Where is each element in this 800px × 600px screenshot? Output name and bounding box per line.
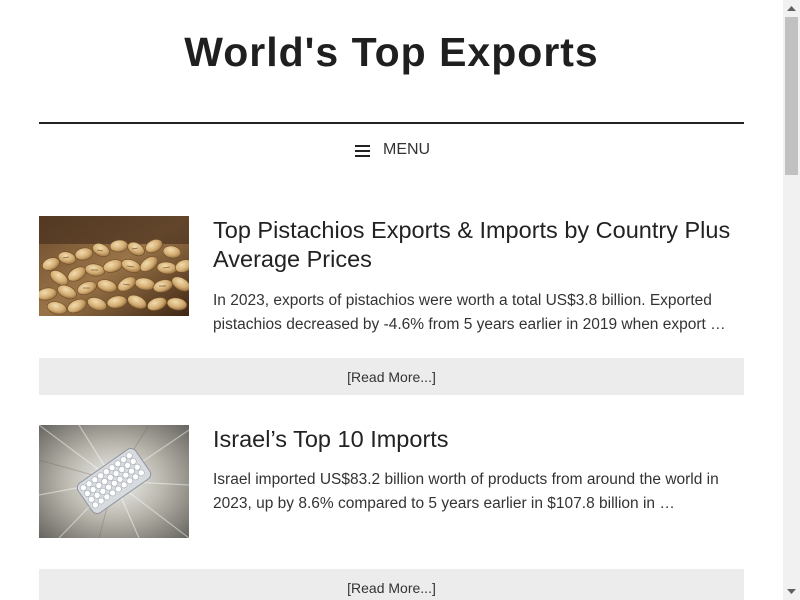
site-title[interactable]: World's Top Exports	[39, 28, 744, 76]
article-card: Top Pistachios Exports & Imports by Coun…	[39, 216, 744, 396]
article-excerpt: Israel imported US$83.2 billion worth of…	[213, 471, 719, 512]
read-more-button[interactable]: [Read More...]	[39, 569, 744, 600]
hamburger-icon	[355, 145, 370, 157]
page: World's Top Exports MENU Top Pistachios …	[0, 0, 800, 600]
article-title[interactable]: Top Pistachios Exports & Imports by Coun…	[213, 216, 744, 274]
vertical-scrollbar[interactable]	[783, 0, 800, 600]
scroll-down-arrow-icon[interactable]	[783, 583, 800, 600]
article-title[interactable]: Israel’s Top 10 Imports	[213, 425, 744, 454]
menu-label: MENU	[383, 141, 431, 158]
pistachios-image[interactable]	[39, 216, 189, 316]
menu-button[interactable]: MENU	[355, 138, 430, 162]
header-divider	[39, 122, 744, 124]
scroll-up-arrow-icon[interactable]	[783, 0, 800, 17]
article-card: Israel’s Top 10 Imports Israel imported …	[39, 425, 744, 600]
read-more-button[interactable]: [Read More...]	[39, 358, 744, 395]
article-excerpt: In 2023, exports of pistachios were wort…	[213, 292, 726, 333]
scrollbar-thumb[interactable]	[785, 17, 798, 175]
diamond-bracelet-image[interactable]	[39, 425, 189, 538]
